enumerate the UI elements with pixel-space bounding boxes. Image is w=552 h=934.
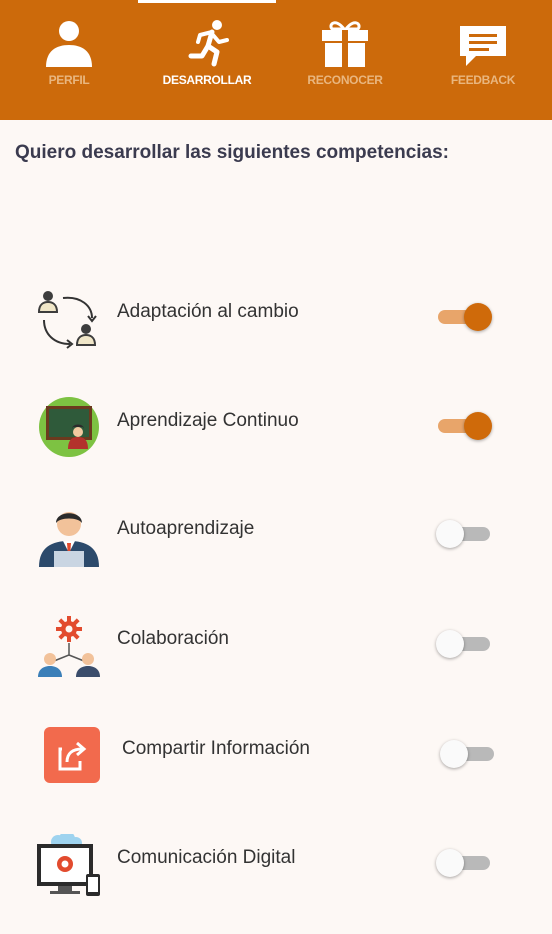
competency-name: Aprendizaje Continuo bbox=[117, 410, 299, 431]
competency-row-autoaprendizaje: Autoaprendizaje bbox=[0, 505, 552, 605]
gift-icon bbox=[276, 18, 414, 68]
user-icon bbox=[0, 18, 138, 68]
competency-row-adaptacion: Adaptación al cambio bbox=[0, 288, 552, 388]
competency-toggle[interactable] bbox=[436, 519, 494, 549]
tab-feedback[interactable]: FEEDBACK bbox=[414, 0, 552, 120]
competency-name: Adaptación al cambio bbox=[117, 301, 299, 322]
tab-desarrollar-label: DESARROLLAR bbox=[162, 73, 252, 87]
tab-desarrollar[interactable]: DESARROLLAR bbox=[138, 0, 276, 120]
competency-row-colaboracion: Colaboración bbox=[0, 615, 552, 715]
tab-reconocer-label: RECONOCER bbox=[307, 73, 383, 87]
competency-toggle[interactable] bbox=[436, 848, 494, 878]
tab-feedback-label: FEEDBACK bbox=[450, 73, 516, 87]
competency-name: Compartir Información bbox=[122, 738, 310, 759]
chat-bubble-icon bbox=[414, 18, 552, 68]
toggle-knob bbox=[436, 630, 464, 658]
adaptation-icon bbox=[36, 288, 102, 354]
competency-name: Comunicación Digital bbox=[117, 847, 296, 868]
active-tab-indicator bbox=[138, 0, 276, 3]
tab-perfil[interactable]: PERFIL bbox=[0, 0, 138, 120]
toggle-knob bbox=[440, 740, 468, 768]
digital-communication-icon bbox=[36, 831, 102, 900]
competency-name: Autoaprendizaje bbox=[117, 518, 255, 539]
competency-row-comunicacion-digital: Comunicación Digital bbox=[0, 831, 552, 934]
businessman-icon bbox=[36, 505, 102, 571]
competency-name: Colaboración bbox=[117, 628, 229, 649]
toggle-knob bbox=[464, 303, 492, 331]
competency-toggle[interactable] bbox=[436, 629, 494, 659]
competency-toggle[interactable] bbox=[436, 411, 494, 441]
running-person-icon bbox=[138, 18, 276, 68]
collaboration-icon bbox=[36, 615, 102, 681]
competency-row-aprendizaje-continuo: Aprendizaje Continuo bbox=[0, 397, 552, 497]
top-navigation-bar: PERFIL DESARROLLAR RECONOCER FEEDBACK bbox=[0, 0, 552, 120]
classroom-icon bbox=[36, 397, 102, 463]
share-icon bbox=[36, 725, 102, 791]
competency-toggle[interactable] bbox=[436, 302, 494, 332]
competency-row-compartir-informacion: Compartir Información bbox=[0, 725, 552, 825]
tab-perfil-label: PERFIL bbox=[48, 73, 90, 87]
page-heading: Quiero desarrollar las siguientes compet… bbox=[15, 142, 449, 163]
toggle-knob bbox=[436, 520, 464, 548]
tab-reconocer[interactable]: RECONOCER bbox=[276, 0, 414, 120]
competency-toggle[interactable] bbox=[440, 739, 498, 769]
toggle-knob bbox=[464, 412, 492, 440]
toggle-knob bbox=[436, 849, 464, 877]
